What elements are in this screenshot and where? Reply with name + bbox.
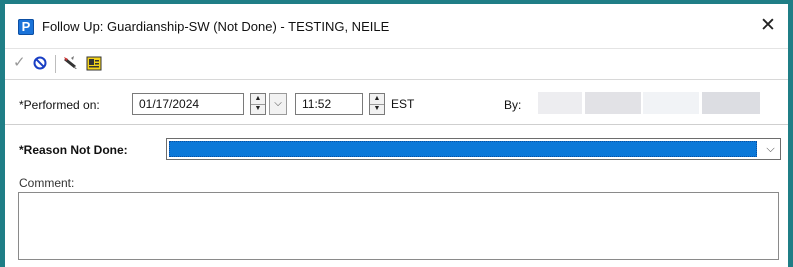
date-spinner[interactable]: ▲ ▼ <box>250 93 266 115</box>
reason-selected-value <box>169 141 757 157</box>
comment-textarea[interactable] <box>18 192 779 260</box>
time-spinner[interactable]: ▲ ▼ <box>369 93 385 115</box>
follow-up-dialog: P Follow Up: Guardianship-SW (Not Done) … <box>5 4 788 267</box>
by-value-redacted <box>538 92 582 114</box>
cancel-icon[interactable] <box>33 56 47 70</box>
by-value-redacted <box>643 92 699 114</box>
chevron-down-icon[interactable]: ⌵ <box>761 139 780 159</box>
window-title: Follow Up: Guardianship-SW (Not Done) - … <box>42 19 390 34</box>
toolbar: ✓ <box>5 48 788 80</box>
performed-on-label: *Performed on: <box>19 98 100 112</box>
app-p-icon: P <box>18 19 34 35</box>
date-dropdown-button[interactable]: ⌵ <box>269 93 287 115</box>
performed-time-field[interactable]: 11:52 <box>295 93 363 115</box>
reason-not-done-label: *Reason Not Done: <box>19 143 128 157</box>
close-button[interactable]: ✕ <box>753 12 783 40</box>
by-value-redacted <box>702 92 760 114</box>
by-value-redacted <box>585 92 641 114</box>
performed-date-field[interactable]: 01/17/2024 <box>132 93 244 115</box>
timezone-label: EST <box>391 97 415 111</box>
pen-tool-icon[interactable] <box>62 54 80 72</box>
checkmark-icon[interactable]: ✓ <box>13 55 29 71</box>
reason-not-done-select[interactable]: ⌵ <box>166 138 781 160</box>
title-bar: P Follow Up: Guardianship-SW (Not Done) … <box>5 4 788 46</box>
spin-down-icon[interactable]: ▼ <box>251 104 265 114</box>
comment-label: Comment: <box>19 176 75 190</box>
toolbar-separator <box>55 55 56 73</box>
spin-down-icon[interactable]: ▼ <box>370 104 384 114</box>
by-label: By: <box>504 98 522 112</box>
document-icon[interactable] <box>85 54 103 72</box>
